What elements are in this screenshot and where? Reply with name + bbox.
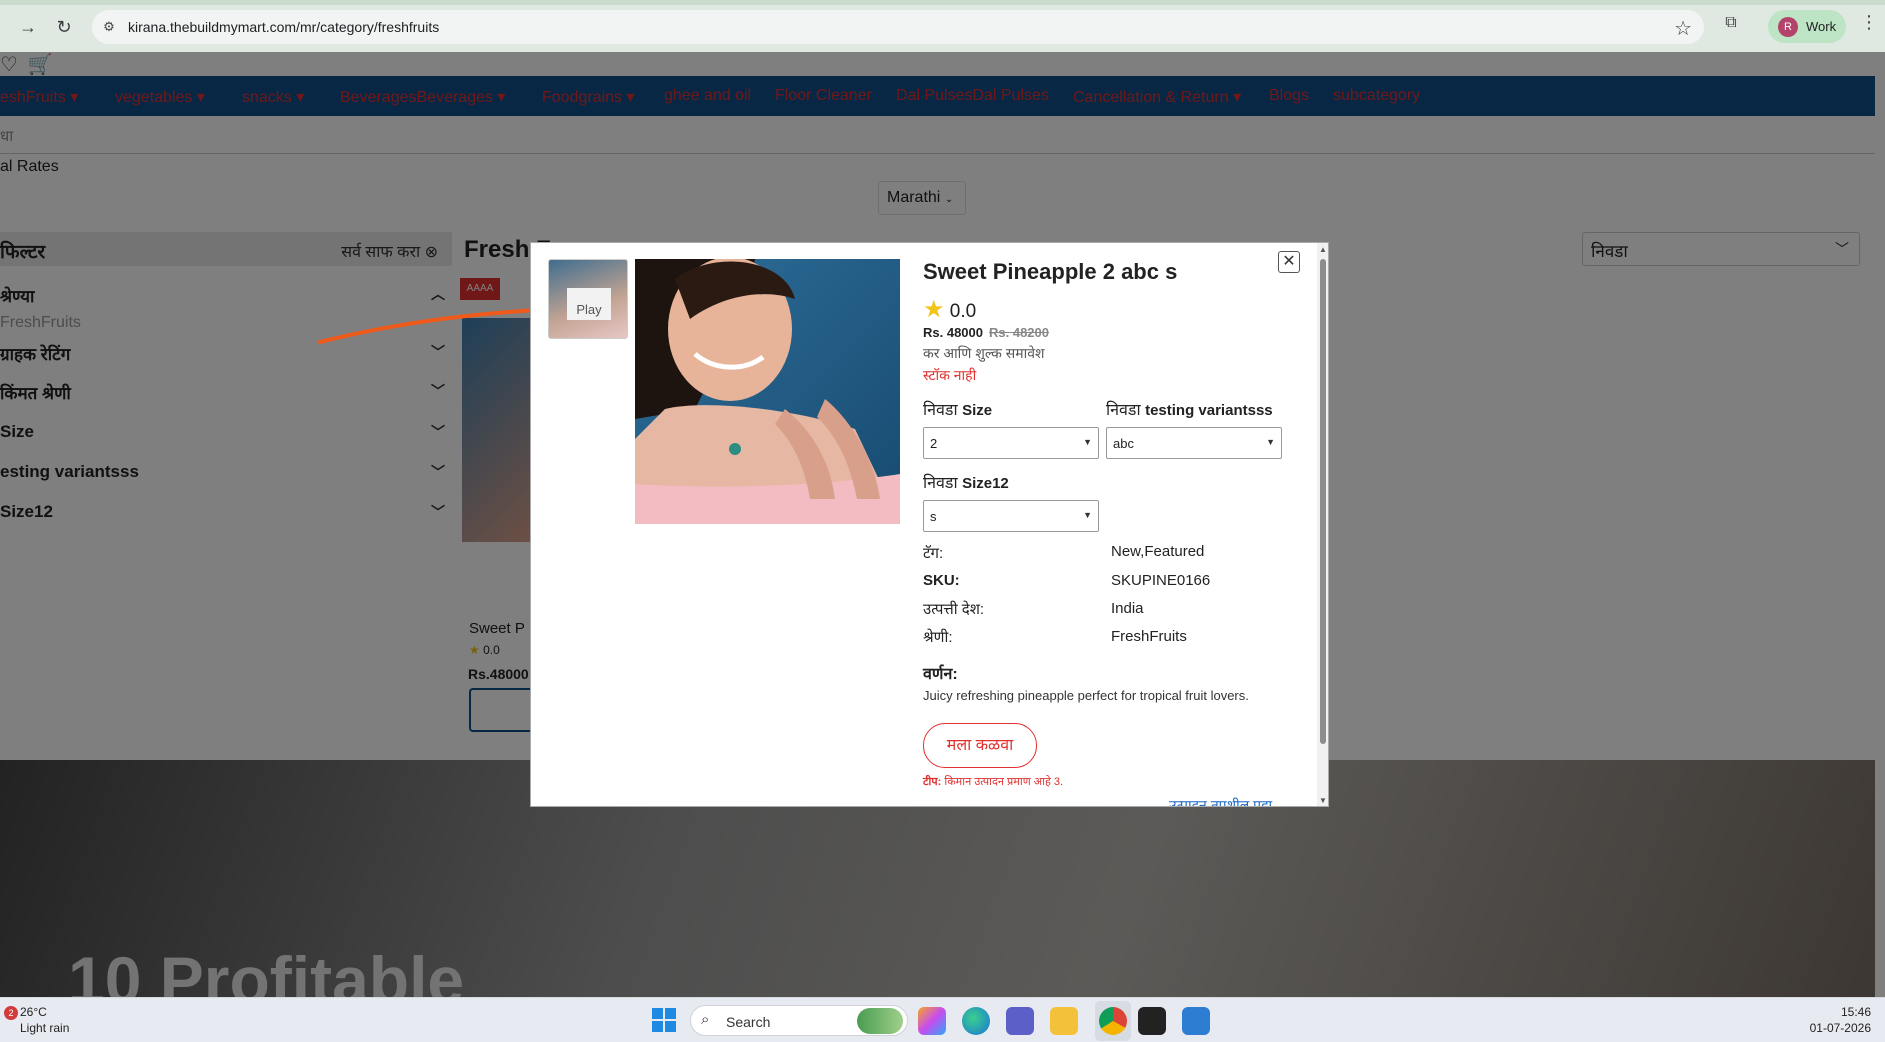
variant-label-prefix: निवडा bbox=[923, 402, 958, 419]
variant-label-prefix: निवडा bbox=[923, 475, 958, 492]
profile-button[interactable]: R Work bbox=[1768, 10, 1846, 43]
spec-key-category: श्रेणी: bbox=[923, 629, 953, 646]
site-info-icon[interactable]: ⚙ bbox=[100, 18, 118, 36]
stock-status: स्टॉक नाही bbox=[923, 367, 977, 383]
taskbar: 2 26°C Light rain ⌕ Search 15:46 01-07-2… bbox=[0, 997, 1885, 1042]
system-clock[interactable]: 15:46 01-07-2026 bbox=[1810, 1004, 1871, 1036]
avatar: R bbox=[1778, 17, 1798, 37]
scroll-down-icon[interactable]: ▼ bbox=[1319, 796, 1327, 805]
close-button[interactable]: ✕ bbox=[1278, 251, 1300, 273]
spec-key-origin: उत्पत्ती देश: bbox=[923, 601, 985, 618]
product-details-link[interactable]: उत्पादन तपशील पहा bbox=[1169, 796, 1272, 806]
variant-label-size12: निवडा Size12 bbox=[923, 471, 1009, 493]
clock-date: 01-07-2026 bbox=[1809, 1021, 1871, 1035]
browser-menu-icon[interactable]: ⋮ bbox=[1860, 12, 1878, 33]
testing-variants-select[interactable]: abc ▼ bbox=[1106, 427, 1282, 459]
spec-value-tags: New,Featured bbox=[1111, 543, 1205, 560]
spec-value-sku: SKUPINE0166 bbox=[1111, 572, 1211, 589]
size12-select[interactable]: s ▼ bbox=[923, 500, 1099, 532]
price-block: Rs. 48000 Rs. 48200 bbox=[923, 325, 1049, 340]
browser-toolbar: → ↻ ⚙ kirana.thebuildmymart.com/mr/categ… bbox=[0, 0, 1885, 52]
media-thumbnail[interactable]: Play bbox=[548, 259, 628, 339]
quick-view-modal: Play Sweet Pineapple 2 abc s ✕ ★ 0.0 Rs.… bbox=[530, 242, 1329, 807]
tax-note: कर आणि शुल्क समावेश bbox=[923, 345, 1045, 361]
spec-key-sku: SKU: bbox=[923, 572, 960, 589]
edge-icon[interactable] bbox=[962, 1007, 990, 1035]
tip-prefix: टीप: bbox=[923, 776, 942, 788]
spec-value-origin: India bbox=[1111, 600, 1144, 617]
url-text: kirana.thebuildmymart.com/mr/category/fr… bbox=[128, 19, 440, 35]
variant-label-name: Size12 bbox=[962, 475, 1009, 492]
bookmark-star-icon[interactable]: ☆ bbox=[1674, 16, 1692, 41]
scrollbar-thumb[interactable] bbox=[1320, 259, 1326, 744]
description-text: Juicy refreshing pineapple perfect for t… bbox=[923, 688, 1249, 703]
thumbnail-alt-text: Play bbox=[567, 288, 611, 320]
weather-widget[interactable]: 2 26°C Light rain bbox=[4, 1005, 114, 1037]
dropdown-arrow-icon: ▼ bbox=[1083, 510, 1092, 520]
product-rating: ★ 0.0 bbox=[923, 295, 976, 324]
tab-strip bbox=[0, 0, 1885, 5]
spec-value-category: FreshFruits bbox=[1111, 628, 1187, 645]
modal-scrollbar[interactable]: ▲ ▼ bbox=[1317, 243, 1328, 806]
search-highlight-image bbox=[857, 1008, 903, 1034]
address-bar[interactable]: ⚙ kirana.thebuildmymart.com/mr/category/… bbox=[92, 10, 1704, 44]
app-icon[interactable] bbox=[1138, 1007, 1166, 1035]
variant-label-prefix: निवडा bbox=[1106, 402, 1141, 419]
search-icon: ⌕ bbox=[701, 1011, 710, 1028]
variant-label-name: testing variantsss bbox=[1145, 402, 1273, 419]
testing-variant-value: abc bbox=[1113, 436, 1134, 451]
spec-key-tags: टॅग: bbox=[923, 545, 944, 562]
dropdown-arrow-icon: ▼ bbox=[1083, 437, 1092, 447]
copilot-icon[interactable] bbox=[918, 1007, 946, 1035]
extensions-icon[interactable]: ⧉ bbox=[1720, 14, 1742, 36]
forward-icon[interactable]: → bbox=[16, 15, 40, 39]
chrome-icon[interactable] bbox=[1099, 1007, 1127, 1035]
clock-time: 15:46 bbox=[1840, 1005, 1871, 1019]
description-heading: वर्णन: bbox=[923, 666, 958, 683]
min-quantity-tip: टीप: किमान उत्पादन प्रमाण आहे 3. bbox=[923, 774, 1063, 789]
taskbar-search[interactable]: ⌕ Search bbox=[690, 1005, 908, 1036]
teams-icon[interactable] bbox=[1006, 1007, 1034, 1035]
dropdown-arrow-icon: ▼ bbox=[1266, 437, 1275, 447]
scroll-up-icon[interactable]: ▲ bbox=[1319, 245, 1327, 254]
notification-badge: 2 bbox=[4, 1006, 18, 1020]
product-main-image[interactable] bbox=[635, 259, 900, 524]
original-price: Rs. 48200 bbox=[989, 325, 1049, 340]
current-price: Rs. 48000 bbox=[923, 325, 983, 340]
size-value: 2 bbox=[930, 436, 938, 451]
variant-label-name: Size bbox=[962, 402, 993, 419]
reload-icon[interactable]: ↻ bbox=[52, 15, 76, 39]
weather-condition: Light rain bbox=[20, 1021, 70, 1035]
windows-start-icon[interactable] bbox=[652, 1008, 676, 1032]
variant-label-testing: निवडा testing variantsss bbox=[1106, 398, 1273, 420]
star-icon: ★ bbox=[923, 296, 945, 323]
product-title: Sweet Pineapple 2 abc s bbox=[923, 259, 1178, 284]
variant-label-size: निवडा Size bbox=[923, 398, 992, 420]
rating-value: 0.0 bbox=[949, 301, 977, 322]
taskbar-search-label: Search bbox=[726, 1014, 771, 1030]
notify-me-button[interactable]: मला कळवा bbox=[923, 723, 1037, 768]
notepad-icon[interactable] bbox=[1182, 1007, 1210, 1035]
tip-text: किमान उत्पादन प्रमाण आहे 3. bbox=[944, 776, 1064, 788]
profile-label: Work bbox=[1806, 19, 1837, 34]
size12-value: s bbox=[930, 509, 937, 524]
product-photo bbox=[635, 259, 900, 524]
size-select[interactable]: 2 ▼ bbox=[923, 427, 1099, 459]
file-explorer-icon[interactable] bbox=[1050, 1007, 1078, 1035]
weather-temperature: 26°C bbox=[20, 1005, 47, 1019]
